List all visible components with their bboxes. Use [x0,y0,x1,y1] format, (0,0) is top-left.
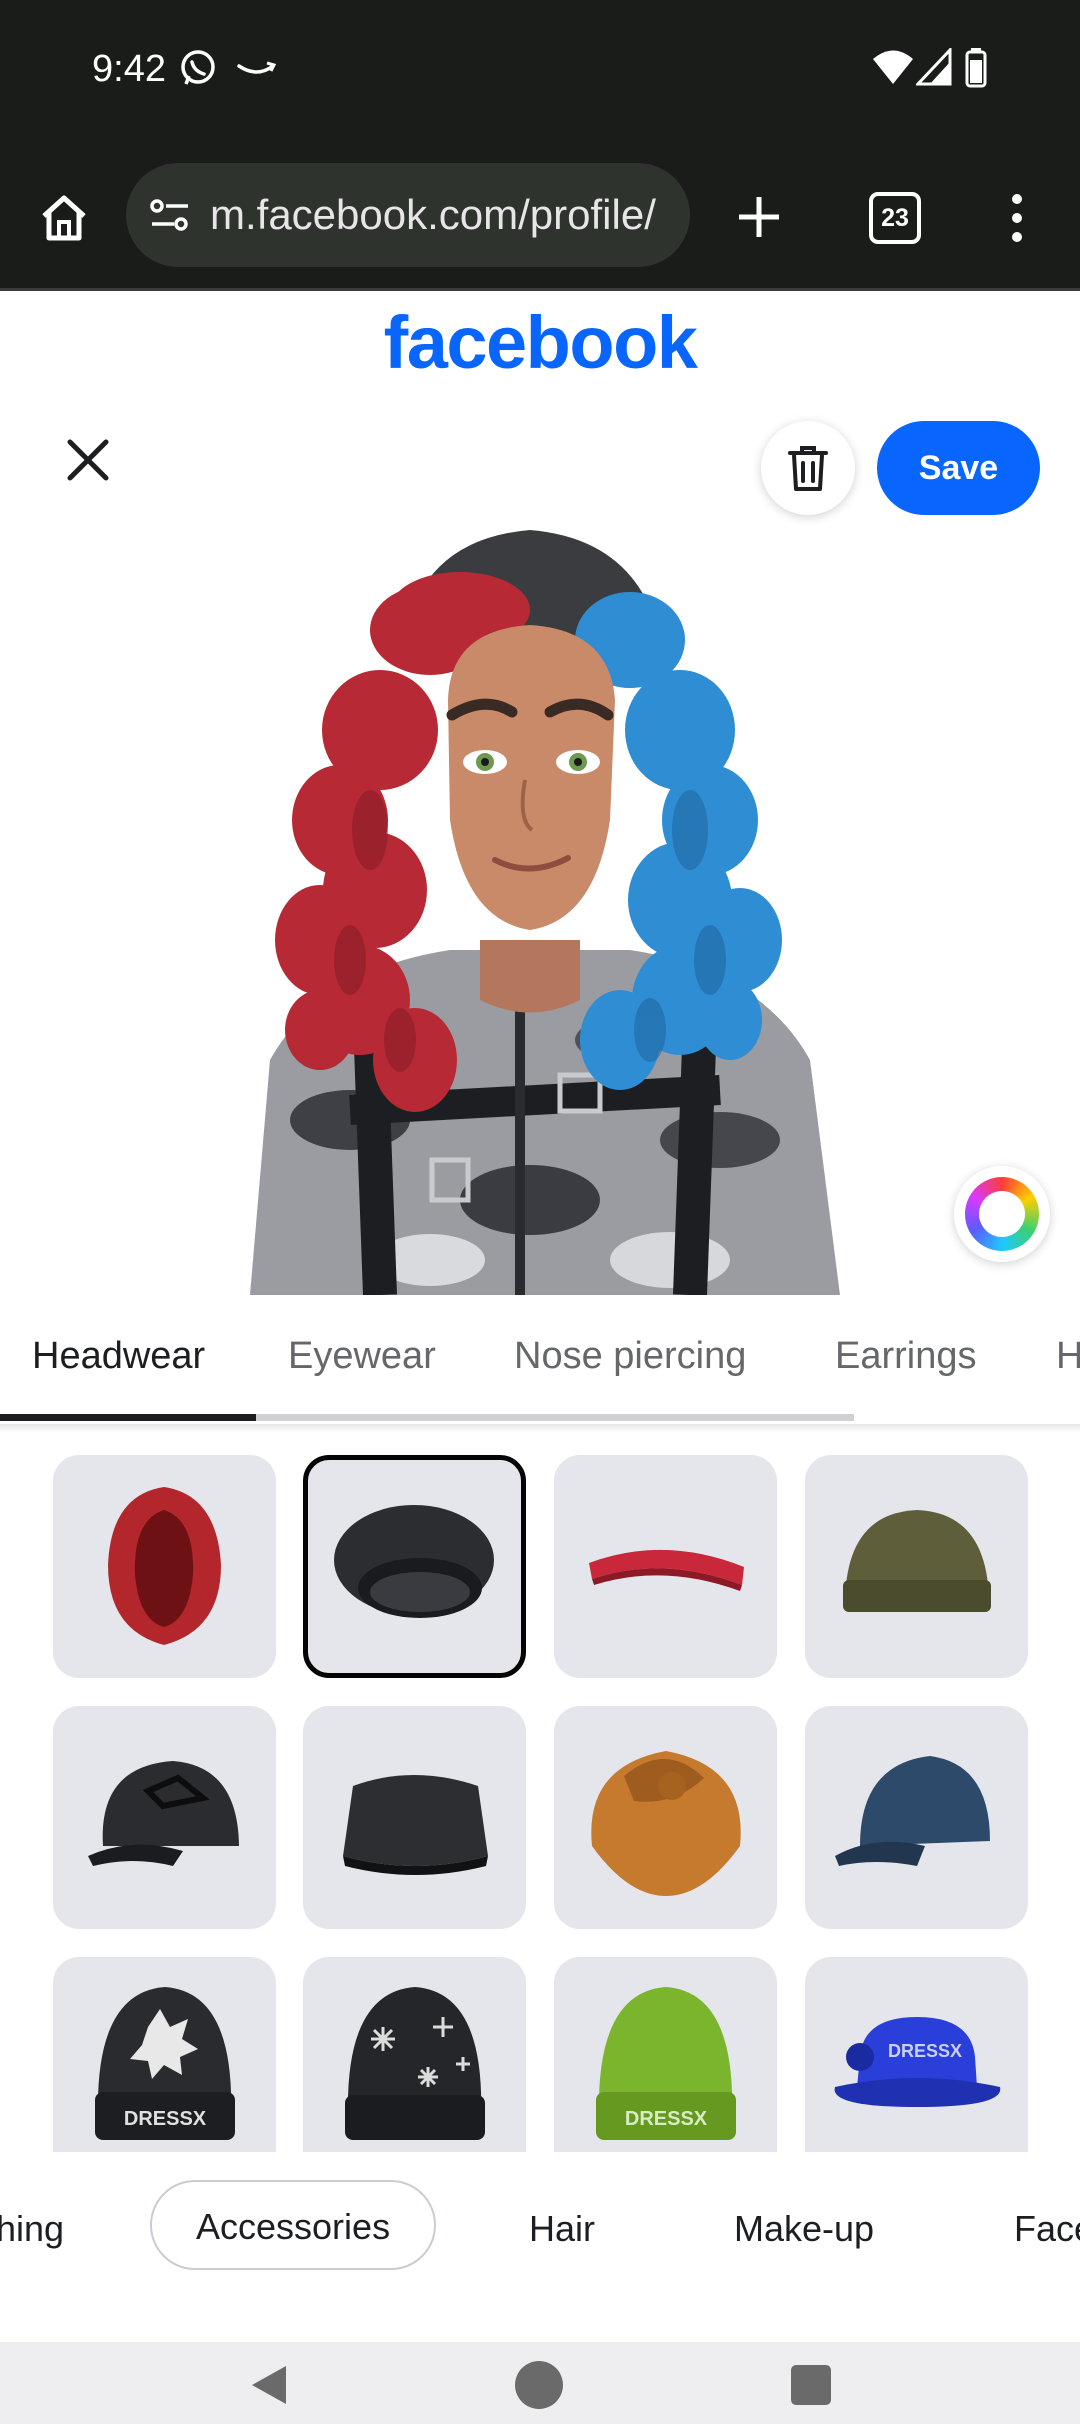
item-tile[interactable] [53,1706,276,1929]
battery-icon [965,48,987,88]
back-icon[interactable] [246,2362,290,2408]
home-nav-icon[interactable] [514,2360,564,2410]
section-tabs: hing Accessories Hair Make-up Face [0,2152,1080,2342]
snowflake-beanie-item [345,1987,485,2140]
item-tile[interactable] [303,1957,526,2152]
home-icon[interactable] [38,192,90,244]
amazon-icon [237,61,277,74]
tab-earrings[interactable]: Earrings [835,1335,977,1378]
red-hood-item [108,1487,221,1645]
url-text[interactable]: m.facebook.com/profile/ [210,191,680,239]
new-tab-icon[interactable] [736,194,782,240]
tab-active-indicator [0,1414,256,1421]
dressx-holly-beanie-item: DRESSX [95,1987,235,2140]
menu-icon[interactable] [1006,193,1028,243]
wifi-icon [873,50,913,84]
item-tile[interactable]: DRESSX [53,1957,276,2152]
browser-toolbar: m.facebook.com/profile/ 23 [0,150,1080,290]
facebook-logo[interactable]: facebook [0,300,1080,385]
orange-turban-item [591,1751,741,1896]
tab-face[interactable]: Face [1014,2208,1080,2250]
item-tile[interactable] [805,1706,1028,1929]
tab-headwear[interactable]: Headwear [32,1335,205,1378]
toolbar-divider [0,288,1080,291]
item-tile[interactable] [554,1455,777,1678]
black-cap-item [88,1761,239,1866]
olive-beanie-item [843,1510,991,1612]
tab-accessories[interactable]: Accessories [150,2180,437,2270]
color-picker-button[interactable] [954,1166,1050,1262]
status-time: 9:42 [92,48,166,90]
save-button[interactable]: Save [877,421,1040,515]
recents-icon[interactable] [790,2364,832,2406]
tab-clothing[interactable]: hing [0,2208,64,2250]
tab-hidden-next[interactable]: H [1056,1335,1080,1378]
address-bar[interactable]: m.facebook.com/profile/ [126,163,690,267]
item-tile-selected[interactable] [303,1455,526,1678]
dressx-label: DRESSX [888,2041,962,2061]
item-tile[interactable]: DRESSX [554,1957,777,2152]
headwear-grid: DRESSX DRESSX DRESSX [0,1432,1080,2152]
item-tile[interactable] [554,1706,777,1929]
tab-make-up[interactable]: Make-up [734,2208,874,2250]
tab-eyewear[interactable]: Eyewear [288,1335,436,1378]
site-info-icon[interactable] [148,195,192,235]
signal-icon [916,48,952,86]
tab-hair[interactable]: Hair [529,2208,595,2250]
item-tile[interactable] [53,1455,276,1678]
item-tile[interactable] [303,1706,526,1929]
status-bar: 9:42 [0,0,1080,150]
whatsapp-icon [181,50,215,85]
dressx-label: DRESSX [625,2108,708,2130]
trash-icon [788,446,828,491]
category-tabs: Headwear Eyewear Nose piercing Earrings … [0,1295,1080,1425]
green-dressx-beanie-item: DRESSX [596,1987,736,2140]
black-pillbox-hat-item [343,1775,488,1875]
close-icon[interactable] [56,428,120,492]
dressx-label: DRESSX [124,2108,207,2130]
item-tile[interactable] [805,1455,1028,1678]
red-headband-item [589,1549,744,1591]
system-nav-bar [0,2342,1080,2424]
avatar-preview [250,530,840,1295]
black-beanie-item [334,1505,494,1618]
blue-cap-item [835,1756,990,1866]
tab-nose-piercing[interactable]: Nose piercing [514,1335,746,1378]
item-tile[interactable]: DRESSX [805,1957,1028,2152]
blue-dressx-bucket-hat-item: DRESSX [834,2017,1001,2107]
tab-switcher-icon[interactable]: 23 [869,192,921,244]
